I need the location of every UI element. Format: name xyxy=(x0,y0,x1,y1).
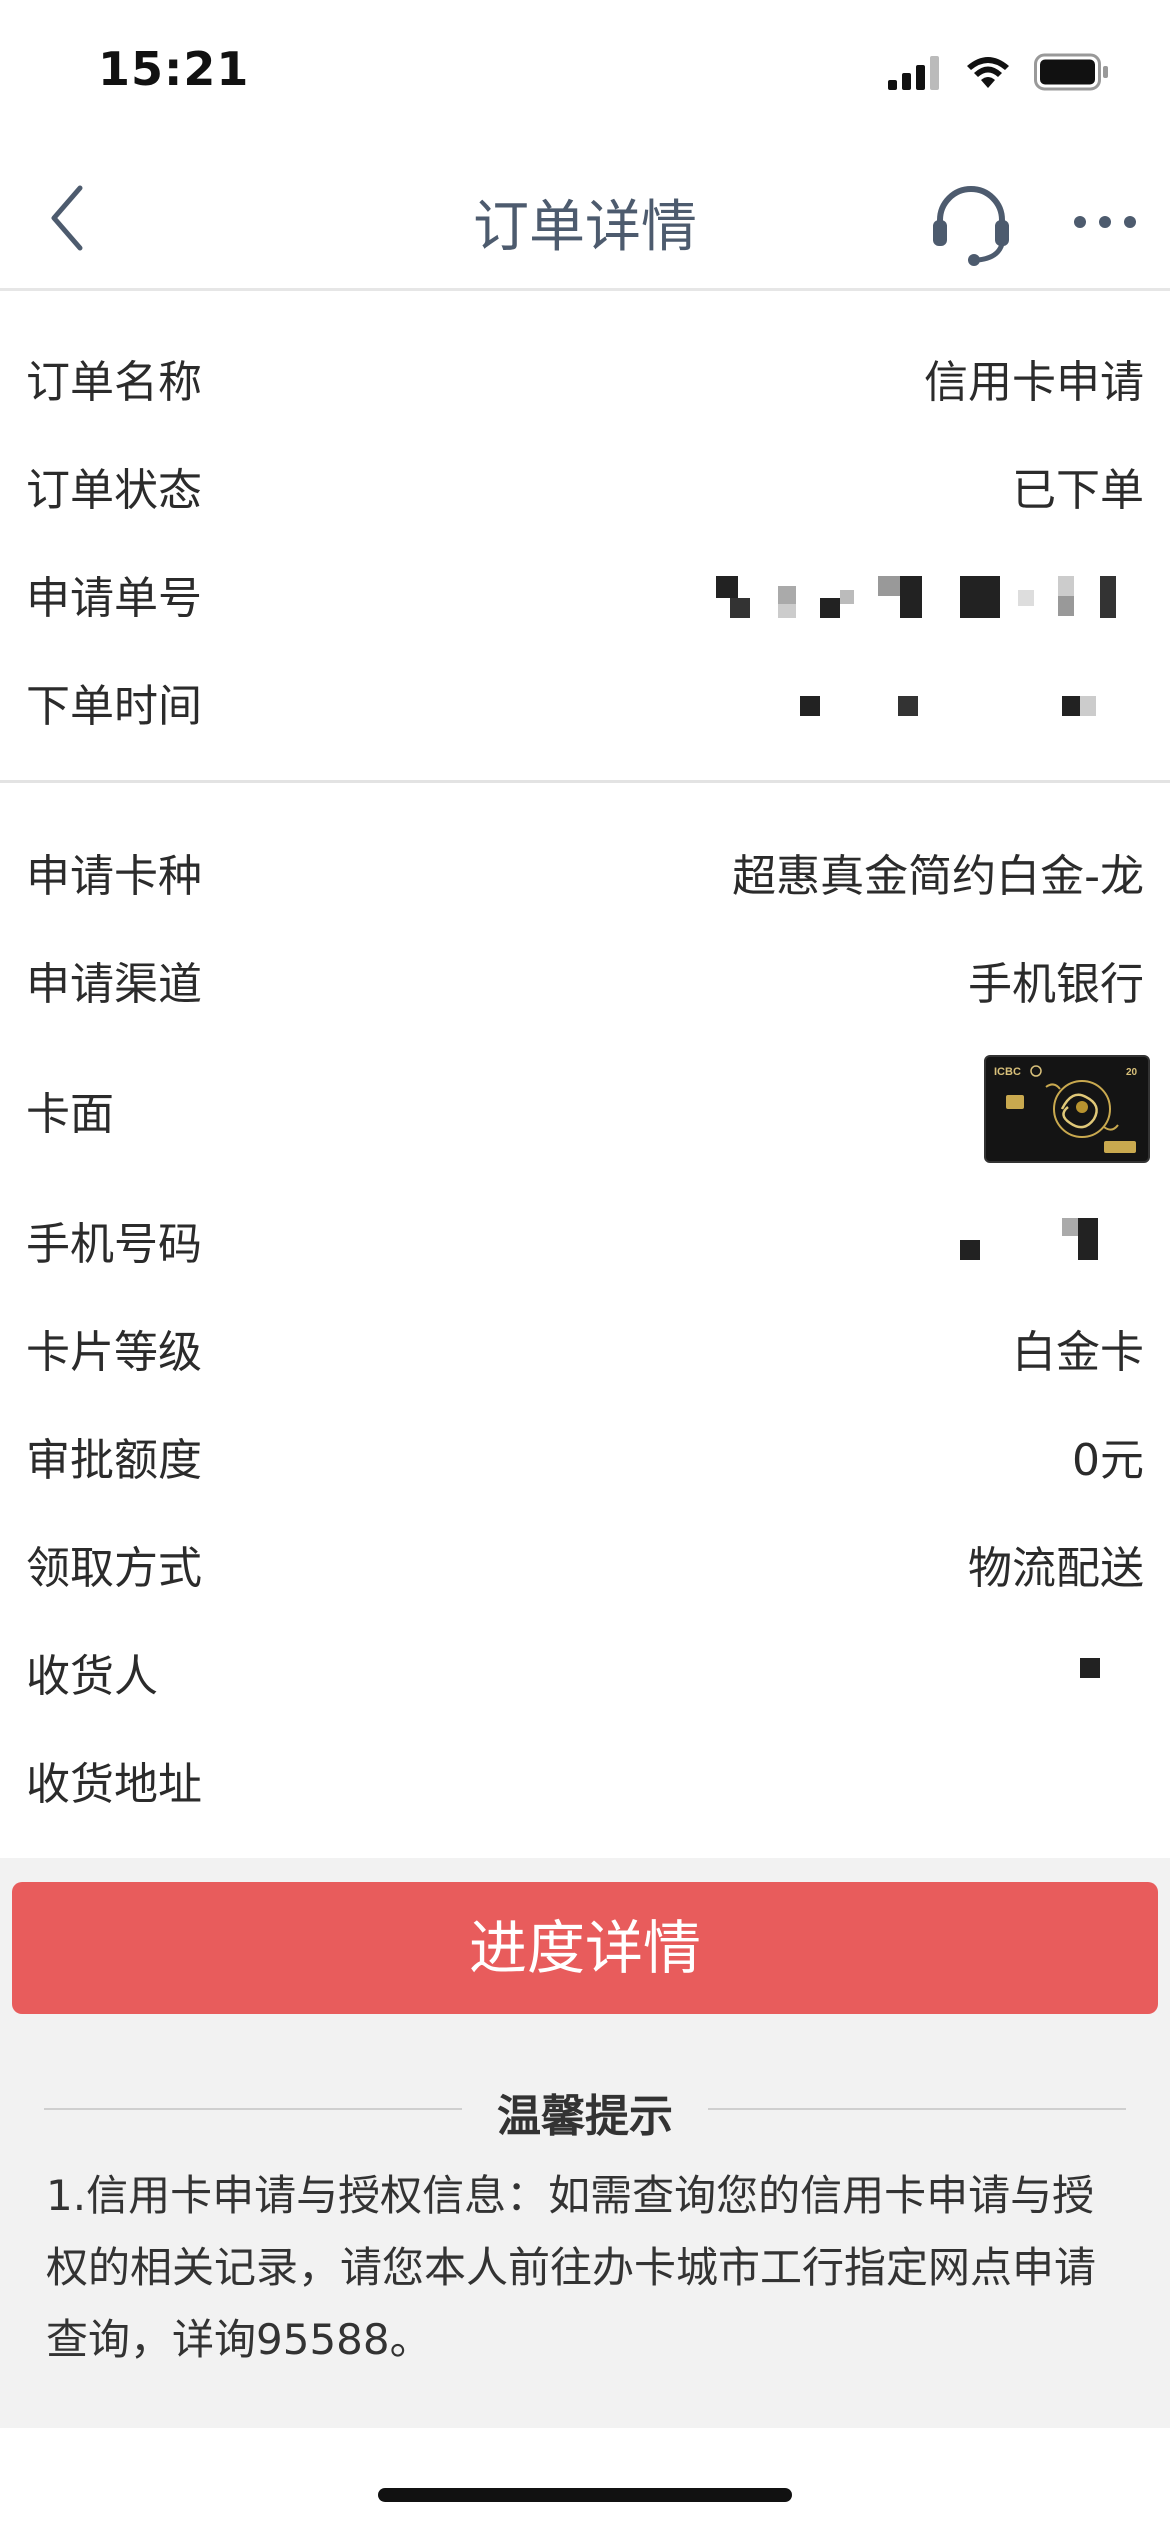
tips-text: 1.信用卡申请与授权信息：如需查询您的信用卡申请与授权的相关记录，请您本人前往办… xyxy=(46,2171,1097,2364)
order-number-row: 申请单号 xyxy=(0,536,1170,644)
nav-divider xyxy=(0,288,1170,291)
progress-details-button[interactable]: 进度详情 xyxy=(12,1882,1158,2014)
battery-icon xyxy=(1034,53,1108,91)
card-type-value: 超惠真金简约白金-龙 xyxy=(732,851,1144,902)
status-time: 15:21 xyxy=(98,42,250,96)
order-status-value: 已下单 xyxy=(1012,465,1144,516)
address-row: 收货地址 xyxy=(0,1722,1170,1830)
approved-limit-row: 审批额度 0元 xyxy=(0,1398,1170,1506)
card-face-image[interactable]: ICBC 20 xyxy=(984,1055,1150,1163)
more-icon xyxy=(1074,216,1136,228)
home-indicator[interactable] xyxy=(378,2488,792,2502)
receiver-row: 收货人 xyxy=(0,1614,1170,1722)
pickup-method-value: 物流配送 xyxy=(968,1543,1144,1594)
order-number-label: 申请单号 xyxy=(26,573,202,624)
order-status-row: 订单状态 已下单 xyxy=(0,428,1170,536)
redacted-receiver xyxy=(1080,1658,1102,1680)
card-type-label: 申请卡种 xyxy=(26,851,202,902)
order-status-label: 订单状态 xyxy=(26,465,202,516)
card-type-row: 申请卡种 超惠真金简约白金-龙 xyxy=(0,814,1170,922)
order-name-label: 订单名称 xyxy=(26,357,202,408)
address-label: 收货地址 xyxy=(26,1759,202,1810)
redacted-order-time xyxy=(796,696,1106,722)
phone-number-row: 手机号码 xyxy=(0,1182,1170,1290)
order-name-row: 订单名称 信用卡申请 xyxy=(0,320,1170,428)
pickup-method-label: 领取方式 xyxy=(26,1543,202,1594)
status-bar: 15:21 xyxy=(0,0,1170,150)
approved-limit-value: 0元 xyxy=(1072,1435,1144,1486)
redacted-phone-number xyxy=(930,1218,1110,1262)
customer-service-button[interactable] xyxy=(926,178,1016,268)
approved-limit-label: 审批额度 xyxy=(26,1435,202,1486)
order-name-value: 信用卡申请 xyxy=(924,357,1144,408)
order-time-label: 下单时间 xyxy=(26,681,202,732)
card-level-row: 卡片等级 白金卡 xyxy=(0,1290,1170,1398)
more-button[interactable] xyxy=(1070,192,1140,252)
svg-text:20: 20 xyxy=(1126,1067,1138,1078)
receiver-label: 收货人 xyxy=(26,1651,158,1702)
card-level-value: 白金卡 xyxy=(1012,1327,1144,1378)
signal-icon xyxy=(888,56,939,90)
card-face-label: 卡面 xyxy=(26,1089,114,1140)
card-face-art: ICBC 20 xyxy=(994,1065,1138,1153)
navigation-bar: 订单详情 xyxy=(0,150,1170,288)
apply-channel-value: 手机银行 xyxy=(968,959,1144,1010)
wifi-icon xyxy=(967,57,1009,88)
status-icons xyxy=(888,52,1110,92)
phone-number-label: 手机号码 xyxy=(26,1219,202,1270)
customer-service-icon xyxy=(933,186,1009,266)
section-divider xyxy=(0,780,1170,783)
card-brand: ICBC xyxy=(994,1066,1021,1078)
tips-title: 温馨提示 xyxy=(497,2091,673,2142)
apply-channel-row: 申请渠道 手机银行 xyxy=(0,922,1170,1030)
order-time-row: 下单时间 xyxy=(0,644,1170,752)
apply-channel-label: 申请渠道 xyxy=(26,959,202,1010)
redacted-order-number xyxy=(716,576,1126,620)
pickup-method-row: 领取方式 物流配送 xyxy=(0,1506,1170,1614)
card-level-label: 卡片等级 xyxy=(26,1327,202,1378)
